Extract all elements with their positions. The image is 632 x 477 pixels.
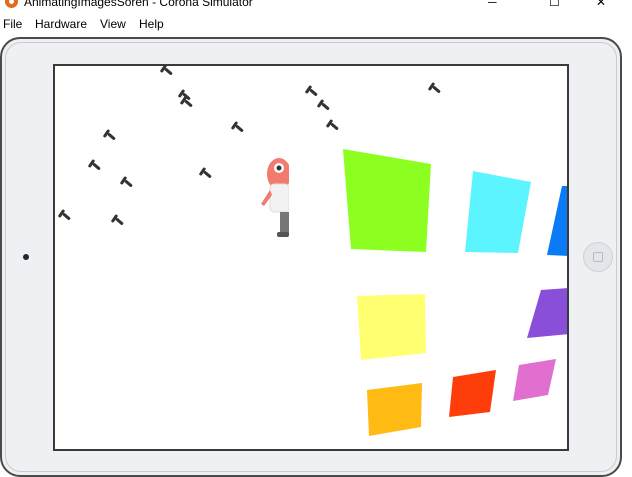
- pink-tile: [513, 359, 556, 401]
- red-tile: [449, 370, 496, 417]
- green-tile: [343, 149, 431, 252]
- minimize-button[interactable]: ─: [488, 0, 497, 10]
- menu-bar: File Hardware View Help: [0, 14, 632, 34]
- blue-tile: [547, 186, 567, 256]
- cyan-tile: [465, 171, 531, 253]
- menu-file[interactable]: File: [3, 17, 22, 31]
- menu-help[interactable]: Help: [139, 17, 164, 31]
- menu-hardware[interactable]: Hardware: [35, 17, 87, 31]
- window-title: AnimatingImagesSoren - Corona Simulator: [24, 0, 253, 9]
- home-button-icon[interactable]: [583, 242, 613, 272]
- window-titlebar: AnimatingImagesSoren - Corona Simulator …: [0, 0, 632, 14]
- corona-app-icon: [5, 0, 18, 8]
- orange-tile: [367, 383, 422, 436]
- simulator-screen[interactable]: [53, 64, 569, 451]
- menu-view[interactable]: View: [100, 17, 126, 31]
- purple-tile: [527, 288, 567, 338]
- yellow-tile: [357, 294, 426, 360]
- front-camera-icon: [23, 254, 29, 260]
- maximize-button[interactable]: ☐: [549, 0, 560, 10]
- close-button[interactable]: ✕: [596, 0, 606, 10]
